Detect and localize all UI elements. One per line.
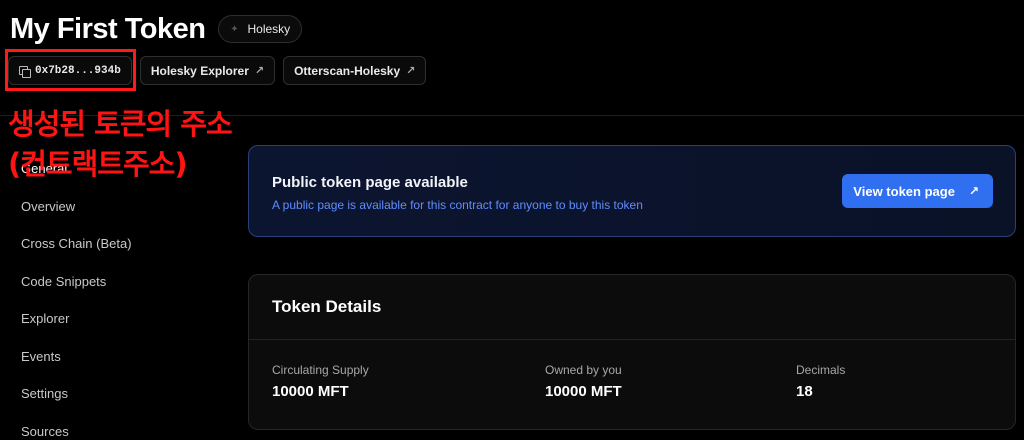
otterscan-link[interactable]: Otterscan-Holesky ↗: [283, 56, 427, 85]
page-title: My First Token: [10, 12, 206, 45]
stat-label: Owned by you: [545, 363, 622, 377]
stat-label: Circulating Supply: [272, 363, 369, 377]
token-details-title: Token Details: [249, 275, 1015, 340]
annotation-text: 생성된 토큰의 주소 (컨트랙트주소): [8, 104, 233, 184]
stat-value: 10000 MFT: [545, 383, 622, 400]
banner-description: A public page is available for this cont…: [272, 198, 643, 212]
holesky-explorer-label: Holesky Explorer: [150, 63, 249, 78]
annotation-line-1: 생성된 토큰의 주소: [8, 107, 233, 141]
network-label: Holesky: [247, 22, 291, 36]
sidebar-item-events[interactable]: Events: [21, 338, 211, 376]
stat-circulating-supply: Circulating Supply 10000 MFT: [272, 363, 369, 400]
otterscan-label: Otterscan-Holesky: [294, 63, 401, 78]
star-icon: ✦: [230, 23, 239, 35]
view-token-page-label: View token page: [853, 183, 955, 199]
network-badge[interactable]: ✦ Holesky: [217, 15, 303, 43]
view-token-page-button[interactable]: View token page ↗: [842, 174, 993, 208]
sidebar-item-code-snippets[interactable]: Code Snippets: [21, 263, 211, 301]
token-details-card: Token Details Circulating Supply 10000 M…: [248, 274, 1016, 430]
stat-decimals: Decimals 18: [796, 363, 845, 400]
sidebar-item-explorer[interactable]: Explorer: [21, 300, 211, 338]
sidebar-item-cross-chain[interactable]: Cross Chain (Beta): [21, 225, 211, 263]
stat-owned-by-you: Owned by you 10000 MFT: [545, 363, 622, 400]
annotation-line-2: (컨트랙트주소): [8, 147, 188, 181]
title-row: My First Token ✦ Holesky: [10, 10, 303, 48]
holesky-explorer-link[interactable]: Holesky Explorer ↗: [139, 56, 276, 85]
annotation-highlight-box: [5, 49, 136, 91]
external-link-icon: ↗: [254, 65, 265, 77]
external-link-icon: ↗: [968, 184, 979, 198]
sidebar-item-overview[interactable]: Overview: [21, 188, 211, 226]
sidebar-nav: General Overview Cross Chain (Beta) Code…: [21, 150, 211, 440]
banner-title: Public token page available: [272, 174, 468, 191]
public-token-banner: Public token page available A public pag…: [248, 145, 1016, 237]
sidebar-item-sources[interactable]: Sources: [21, 413, 211, 440]
stat-label: Decimals: [796, 363, 846, 377]
sidebar-item-settings[interactable]: Settings: [21, 375, 211, 413]
external-link-icon: ↗: [406, 65, 416, 77]
stat-value: 18: [796, 383, 813, 400]
stat-value: 10000 MFT: [272, 383, 349, 400]
